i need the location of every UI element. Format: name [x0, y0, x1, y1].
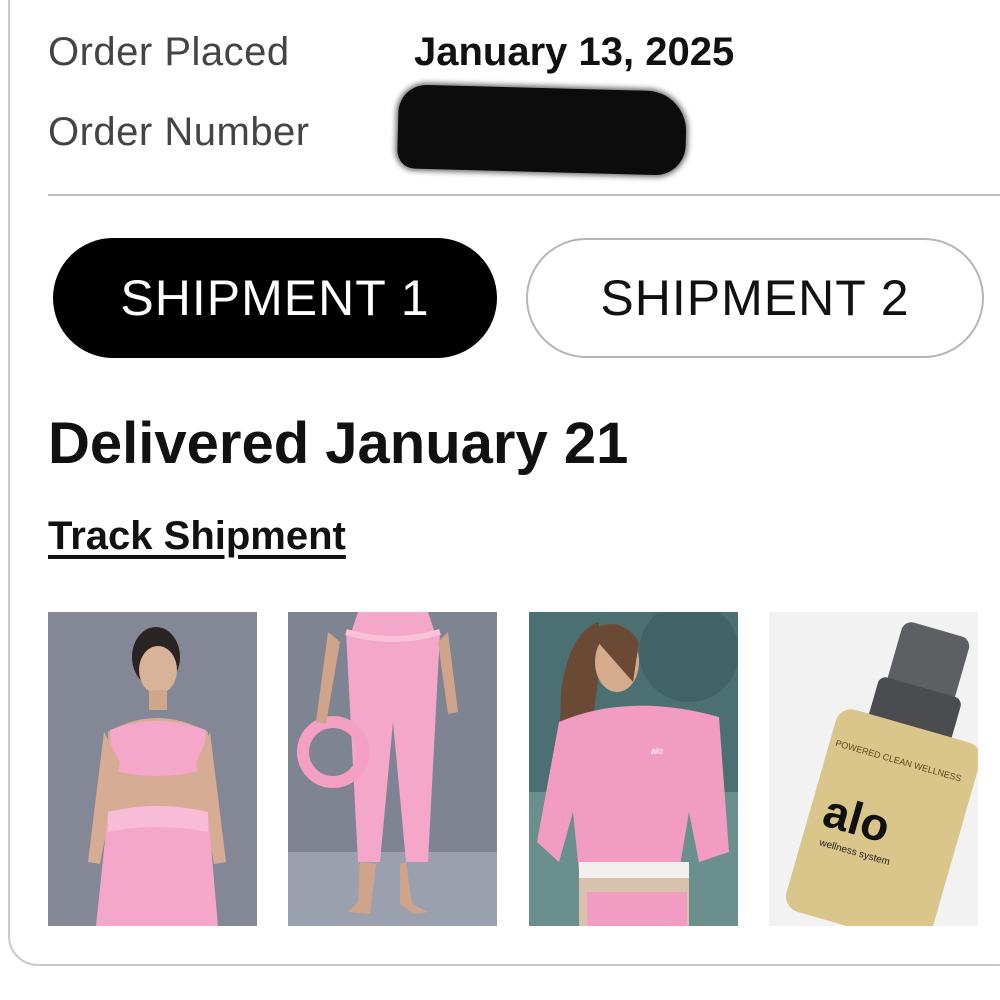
product-thumbnail-1[interactable]: [48, 612, 257, 926]
tab-label: SHIPMENT 2: [600, 270, 910, 326]
product-image-sweatshirt: alo: [529, 612, 738, 926]
order-placed-value: January 13, 2025: [414, 30, 735, 74]
product-thumbnail-3[interactable]: alo: [529, 612, 738, 926]
sweatshirt-logo: alo: [651, 746, 663, 756]
tab-label: SHIPMENT 1: [120, 270, 430, 326]
order-placed-label: Order Placed: [48, 30, 290, 74]
tab-shipment-1[interactable]: SHIPMENT 1: [53, 238, 497, 358]
product-image-serum-bottle: POWERED CLEAN WELLNESS alo wellness syst…: [769, 612, 978, 926]
product-image-bra-leggings: [48, 612, 257, 926]
order-number-label: Order Number: [48, 110, 310, 154]
tab-shipment-2[interactable]: SHIPMENT 2: [526, 238, 984, 358]
track-shipment-link[interactable]: Track Shipment: [48, 514, 346, 559]
redaction-mark: [396, 84, 688, 176]
divider: [48, 194, 1000, 196]
delivery-status: Delivered January 21: [48, 411, 629, 476]
product-thumbnail-4[interactable]: POWERED CLEAN WELLNESS alo wellness syst…: [769, 612, 978, 926]
product-thumbnail-2[interactable]: [288, 612, 497, 926]
product-image-leggings-ring: [288, 612, 497, 926]
